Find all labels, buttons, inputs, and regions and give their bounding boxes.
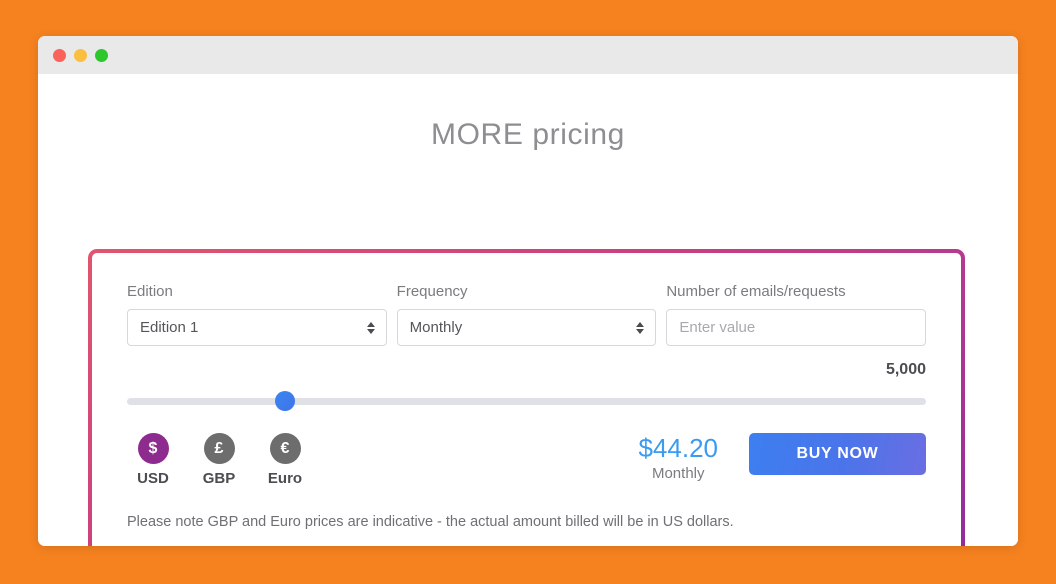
currency-label-usd: USD xyxy=(137,470,169,487)
buy-now-button[interactable]: BUY NOW xyxy=(749,433,926,475)
currency-selector: $ USD £ GBP € Euro xyxy=(127,433,311,487)
frequency-select[interactable]: Monthly xyxy=(396,309,657,346)
pricing-footnote: Please note GBP and Euro prices are indi… xyxy=(127,514,734,530)
slider-track[interactable] xyxy=(127,398,926,405)
dollar-icon: $ xyxy=(137,433,169,464)
slider-value-display: 5,000 xyxy=(885,361,926,378)
page-content: MORE pricing Edition Edition 1 Frequency… xyxy=(38,118,1018,546)
pricing-form-row: Edition Edition 1 Frequency Monthly Numb… xyxy=(127,283,927,346)
price-display: $44.20 Monthly xyxy=(638,433,718,482)
edition-field: Edition Edition 1 xyxy=(127,283,387,346)
euro-icon: € xyxy=(269,433,301,464)
minimize-window-button[interactable] xyxy=(74,48,87,62)
currency-label-gbp: GBP xyxy=(202,470,236,487)
quantity-input-placeholder: Enter value xyxy=(679,319,756,336)
chevron-updown-icon xyxy=(366,321,375,334)
quantity-slider[interactable] xyxy=(127,391,926,411)
quantity-field: Number of emails/requests Enter value xyxy=(666,283,927,346)
maximize-window-button[interactable] xyxy=(95,48,108,62)
quantity-input[interactable]: Enter value xyxy=(666,309,927,346)
chevron-updown-icon xyxy=(636,321,645,334)
frequency-label: Frequency xyxy=(396,283,468,300)
page-title: MORE pricing xyxy=(431,118,625,151)
slider-thumb[interactable] xyxy=(275,391,296,411)
close-window-button[interactable] xyxy=(53,48,66,62)
window-titlebar xyxy=(38,36,1018,74)
price-period: Monthly xyxy=(651,465,705,483)
currency-price-row: $ USD £ GBP € Euro $44.20 Monthly BUY NO… xyxy=(127,433,926,487)
edition-label: Edition xyxy=(127,283,173,300)
currency-option-usd[interactable]: $ USD xyxy=(127,433,179,487)
currency-option-gbp[interactable]: £ GBP xyxy=(193,433,245,487)
edition-select[interactable]: Edition 1 xyxy=(127,309,387,346)
pricing-calculator-panel: Edition Edition 1 Frequency Monthly Numb… xyxy=(88,249,965,546)
edition-select-value: Edition 1 xyxy=(140,319,199,336)
frequency-field: Frequency Monthly xyxy=(396,283,657,346)
pound-icon: £ xyxy=(203,433,235,464)
currency-option-euro[interactable]: € Euro xyxy=(259,433,311,487)
price-amount: $44.20 xyxy=(638,433,718,463)
currency-label-euro: Euro xyxy=(267,470,303,487)
pricing-calculator-inner: Edition Edition 1 Frequency Monthly Numb… xyxy=(92,253,961,546)
browser-window: MORE pricing Edition Edition 1 Frequency… xyxy=(38,36,1018,546)
quantity-label: Number of emails/requests xyxy=(666,283,846,300)
frequency-select-value: Monthly xyxy=(409,319,463,336)
